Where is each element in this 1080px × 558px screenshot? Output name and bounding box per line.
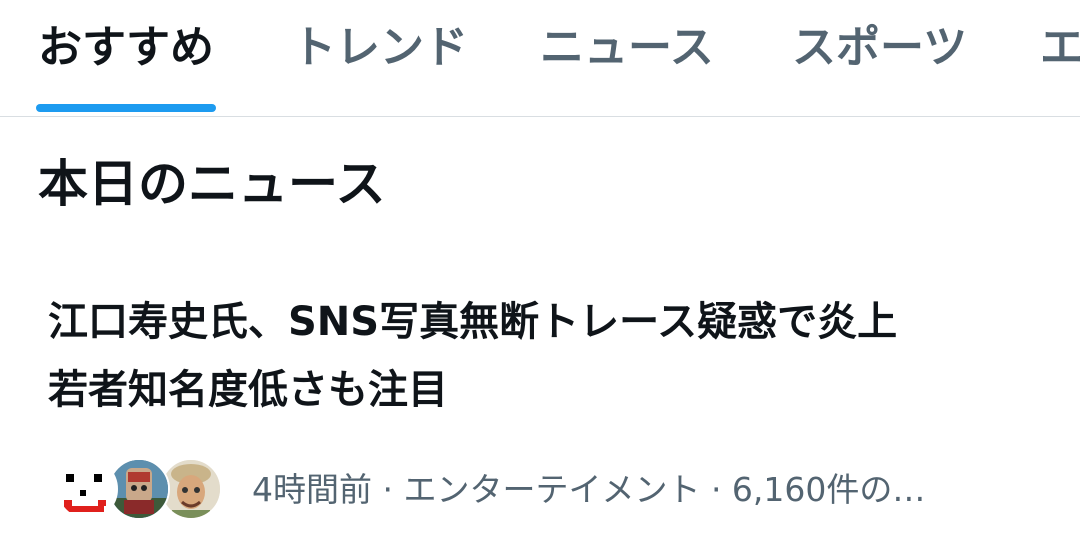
news-headline: 江口寿史氏、SNS写真無断トレース疑惑で炎上 若者知名度低さも注目 [48,288,1048,424]
news-meta-text: 4時間前 · エンターテイメント · 6,160件の… [252,470,926,509]
news-headline-line2: 若者知名度低さも注目 [48,367,448,413]
tab-for-you[interactable]: おすすめ [38,18,214,78]
tab-sports[interactable]: スポーツ [792,18,967,78]
smiley-face-avatar [56,458,118,520]
section-title: 本日のニュース [38,155,386,213]
tab-entertainment-partial[interactable]: エ [1040,18,1080,78]
active-tab-indicator [36,104,216,112]
top-tab-bar: おすすめ トレンド ニュース スポーツ エ [0,0,1080,117]
tab-news[interactable]: ニュース [540,18,714,78]
tab-trending[interactable]: トレンド [292,18,468,78]
news-meta-row: 4時間前 · エンターテイメント · 6,160件の… [56,456,1056,524]
news-headline-line1: 江口寿史氏、SNS写真無断トレース疑惑で炎上 [48,299,898,345]
news-item[interactable]: 江口寿史氏、SNS写真無断トレース疑惑で炎上 若者知名度低さも注目 4時間前 ·… [0,270,1080,558]
